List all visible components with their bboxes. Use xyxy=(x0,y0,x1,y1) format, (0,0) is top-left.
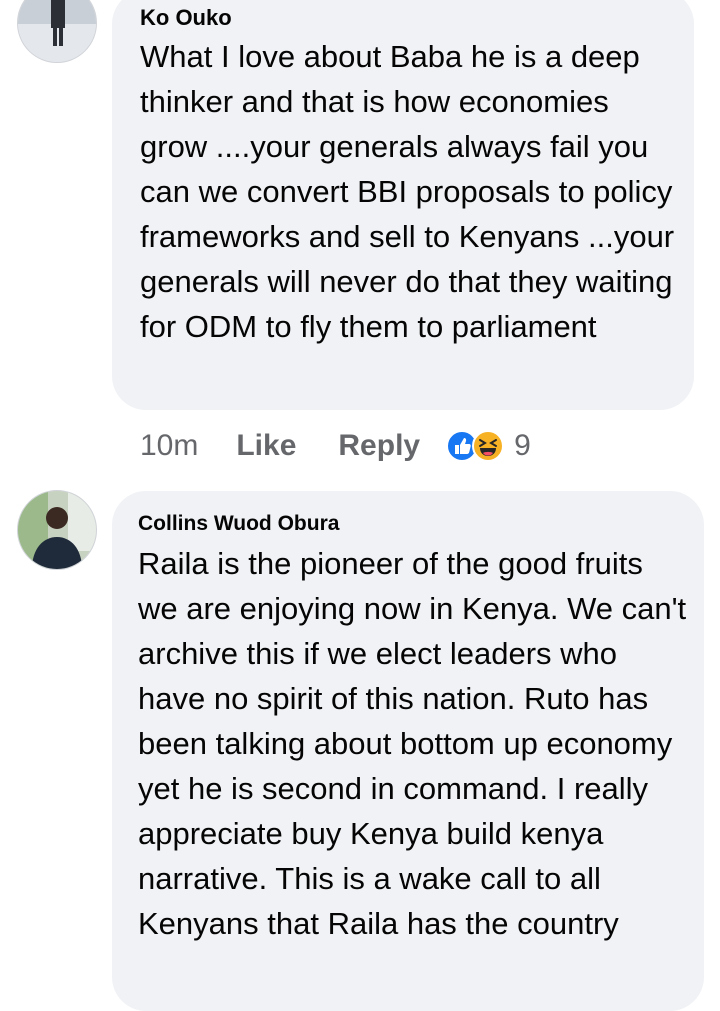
comment-bubble: Collins Wuod Obura Raila is the pioneer … xyxy=(112,491,704,1011)
reactions-summary[interactable]: 9 xyxy=(446,429,531,463)
comment-text: What I love about Baba he is a deep thin… xyxy=(140,39,675,344)
commenter-avatar[interactable] xyxy=(17,0,97,63)
like-button[interactable]: Like xyxy=(236,429,296,463)
haha-icon xyxy=(472,430,505,462)
comment-author[interactable]: Ko Ouko xyxy=(140,5,232,31)
commenter-avatar[interactable] xyxy=(17,490,97,570)
comment-bubble: Ko Ouko What I love about Baba he is a d… xyxy=(112,0,694,410)
reaction-count: 9 xyxy=(514,429,531,462)
comment-actions: 10m Like Reply 9 xyxy=(140,424,531,468)
comment-timestamp[interactable]: 10m xyxy=(140,429,198,463)
reply-button[interactable]: Reply xyxy=(338,429,420,463)
comment-author[interactable]: Collins Wuod Obura xyxy=(138,512,339,536)
comment-text: Raila is the pioneer of the good fruits … xyxy=(138,546,687,941)
